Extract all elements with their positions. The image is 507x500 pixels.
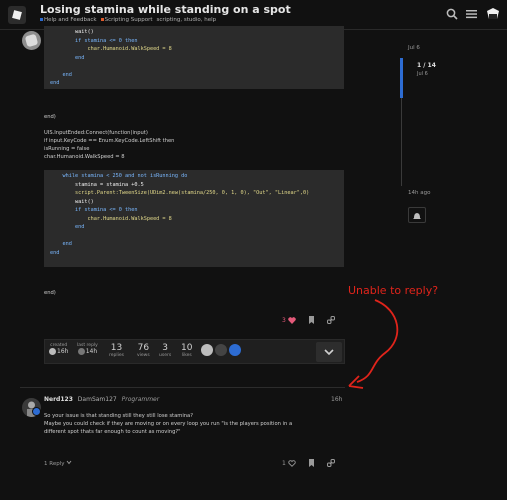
reply-timestamp[interactable]: 16h bbox=[331, 396, 342, 403]
search-icon[interactable] bbox=[446, 8, 458, 20]
reply-actions: 1 bbox=[282, 459, 335, 467]
timeline-position-date: Jul 6 bbox=[417, 71, 428, 77]
post-text: if input.KeyCode == Enum.KeyCode.LeftShi… bbox=[44, 138, 175, 144]
bookmark-icon[interactable] bbox=[308, 459, 315, 467]
reply-user-title: Programmer bbox=[121, 396, 160, 403]
like-count: 1 bbox=[282, 459, 286, 467]
annotation-arrow bbox=[348, 299, 399, 389]
user-avatar-icon[interactable] bbox=[485, 7, 501, 21]
topic-map: created 16h last reply 14h 13 replies 76… bbox=[44, 339, 345, 364]
topic-users: 3 users bbox=[159, 343, 172, 358]
category-row: Help and Feedback Scripting Support scri… bbox=[40, 17, 216, 23]
like-count: 3 bbox=[282, 316, 286, 324]
show-replies-button[interactable]: 1 Reply bbox=[44, 460, 72, 467]
reply-text-line: different spot thats far enough to count… bbox=[44, 429, 181, 435]
topic-views: 76 views bbox=[137, 343, 150, 358]
user-badge-icon bbox=[32, 407, 41, 416]
forum-logo[interactable] bbox=[8, 6, 26, 24]
code-block: wait() if stamina <= 0 then char.Humanoi… bbox=[44, 26, 344, 89]
share-link-icon[interactable] bbox=[326, 316, 335, 324]
post-divider bbox=[20, 387, 345, 388]
chevron-down-icon bbox=[66, 460, 72, 465]
participant-avatar[interactable] bbox=[229, 344, 241, 356]
reply-display-name[interactable]: DamSam127 bbox=[78, 396, 117, 403]
notification-bell-button[interactable] bbox=[408, 207, 426, 223]
topic-title[interactable]: Losing stamina while standing on a spot bbox=[40, 3, 291, 16]
header-icons bbox=[446, 7, 501, 21]
topic-participants bbox=[201, 344, 241, 356]
topic-last-reply[interactable]: last reply 14h bbox=[77, 343, 98, 355]
like-button[interactable]: 3 bbox=[282, 317, 296, 324]
topic-replies: 13 replies bbox=[109, 343, 124, 358]
post-actions: 3 bbox=[282, 316, 335, 324]
participant-avatar[interactable] bbox=[215, 344, 227, 356]
timeline-handle[interactable] bbox=[400, 58, 403, 98]
annotation-text: Unable to reply? bbox=[348, 284, 439, 297]
reply-username[interactable]: Nerd123 bbox=[44, 396, 73, 403]
menu-icon[interactable] bbox=[466, 9, 477, 19]
category-scripting[interactable]: Scripting Support bbox=[100, 17, 153, 23]
timeline-start-date[interactable]: Jul 6 bbox=[408, 45, 420, 51]
timeline-position: 1 / 14 bbox=[417, 62, 436, 69]
heart-outline-icon bbox=[288, 459, 296, 467]
like-button[interactable]: 1 bbox=[282, 460, 296, 467]
reply-text-line: Maybe you could check if they are moving… bbox=[44, 421, 293, 427]
participant-avatar[interactable] bbox=[201, 344, 213, 356]
code-block: while stamina < 250 and not isRunning do… bbox=[44, 170, 344, 267]
post-author-avatar[interactable] bbox=[22, 31, 41, 50]
category-help[interactable]: Help and Feedback bbox=[40, 17, 97, 23]
chevron-down-icon bbox=[324, 349, 334, 356]
reply-text-line: So your issue is that standing still the… bbox=[44, 413, 193, 419]
share-link-icon[interactable] bbox=[326, 459, 335, 467]
bell-icon bbox=[413, 213, 421, 219]
topic-tags[interactable]: scripting, studio, help bbox=[157, 17, 217, 23]
bookmark-icon[interactable] bbox=[308, 316, 315, 324]
reply-body: So your issue is that standing still the… bbox=[44, 412, 292, 436]
topic-created: created 16h bbox=[49, 343, 69, 355]
post-text: UIS.InputEnded:Connect(function(input) bbox=[44, 130, 148, 136]
post-text: end) bbox=[44, 290, 56, 296]
heart-icon bbox=[288, 316, 296, 324]
topic-likes: 10 likes bbox=[181, 343, 193, 358]
post-text: isRunning = false bbox=[44, 146, 90, 152]
post-text: char.Humanoid.WalkSpeed = 8 bbox=[44, 154, 125, 160]
topic-map-expand-button[interactable] bbox=[316, 342, 342, 362]
post-text: end) bbox=[44, 114, 56, 120]
timeline-end-label[interactable]: 14h ago bbox=[408, 190, 430, 196]
reply-author: Nerd123 DamSam127 Programmer bbox=[44, 396, 159, 403]
